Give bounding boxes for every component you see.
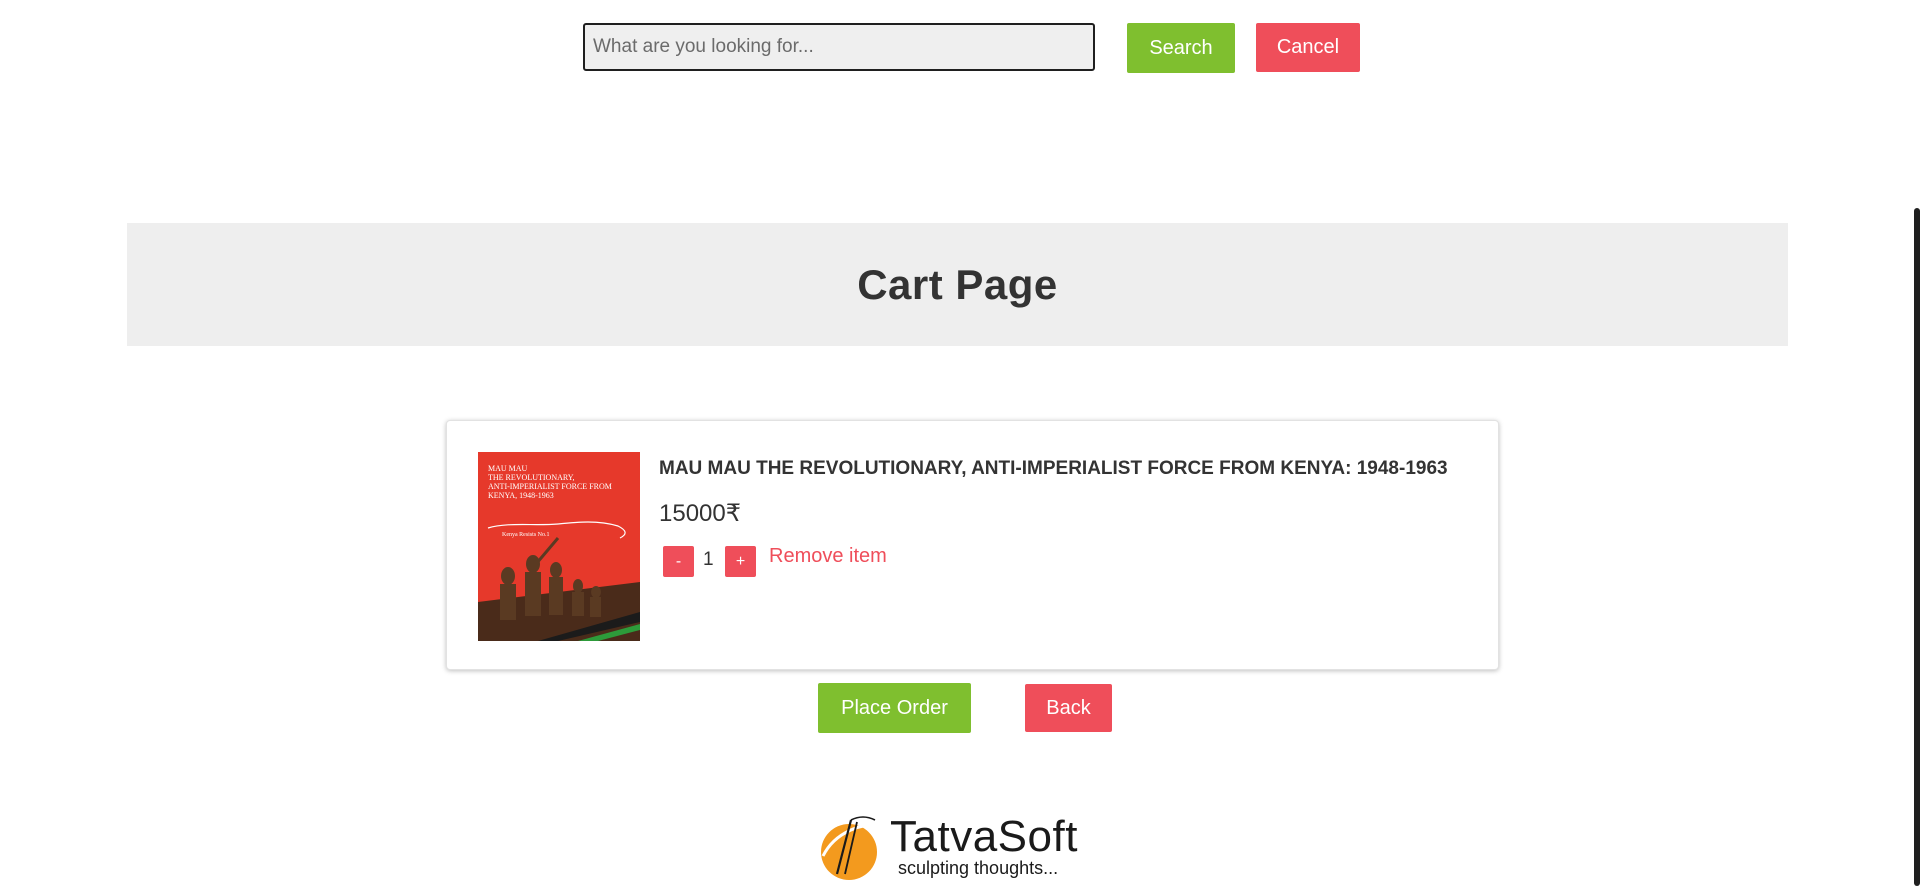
page-header: Cart Page [127,223,1788,346]
search-input[interactable] [583,23,1095,71]
brand-name: TatvaSoft [890,812,1078,861]
scrollbar-thumb[interactable] [1914,208,1920,886]
vertical-scrollbar[interactable] [1914,0,1920,886]
place-order-button[interactable]: Place Order [818,683,971,733]
decrease-quantity-button[interactable]: - [663,546,694,577]
book-cover-series: Kenya Resists No.1 [502,532,550,538]
quantity-value: 1 [703,549,714,570]
cart-item-card: MAU MAU THE REVOLUTIONARY, ANTI-IMPERIAL… [446,420,1499,670]
book-cover-image: MAU MAU THE REVOLUTIONARY, ANTI-IMPERIAL… [478,452,640,641]
logo-emblem-icon [821,816,882,880]
increase-quantity-button[interactable]: + [725,546,756,577]
book-cover-title: MAU MAU THE REVOLUTIONARY, ANTI-IMPERIAL… [488,464,612,500]
cart-page: Search Cancel Cart Page [0,0,1920,886]
remove-item-link[interactable]: Remove item [769,545,887,568]
cancel-button[interactable]: Cancel [1256,23,1360,72]
tatvasoft-logo[interactable]: TatvaSoft sculpting thoughts... [815,808,1105,886]
back-button[interactable]: Back [1025,684,1112,732]
item-title[interactable]: MAU MAU THE REVOLUTIONARY, ANTI-IMPERIAL… [659,458,1448,480]
page-title: Cart Page [857,260,1058,308]
brand-tagline: sculpting thoughts... [898,858,1059,878]
search-button[interactable]: Search [1127,23,1235,73]
item-price: 15000₹ [659,500,742,527]
